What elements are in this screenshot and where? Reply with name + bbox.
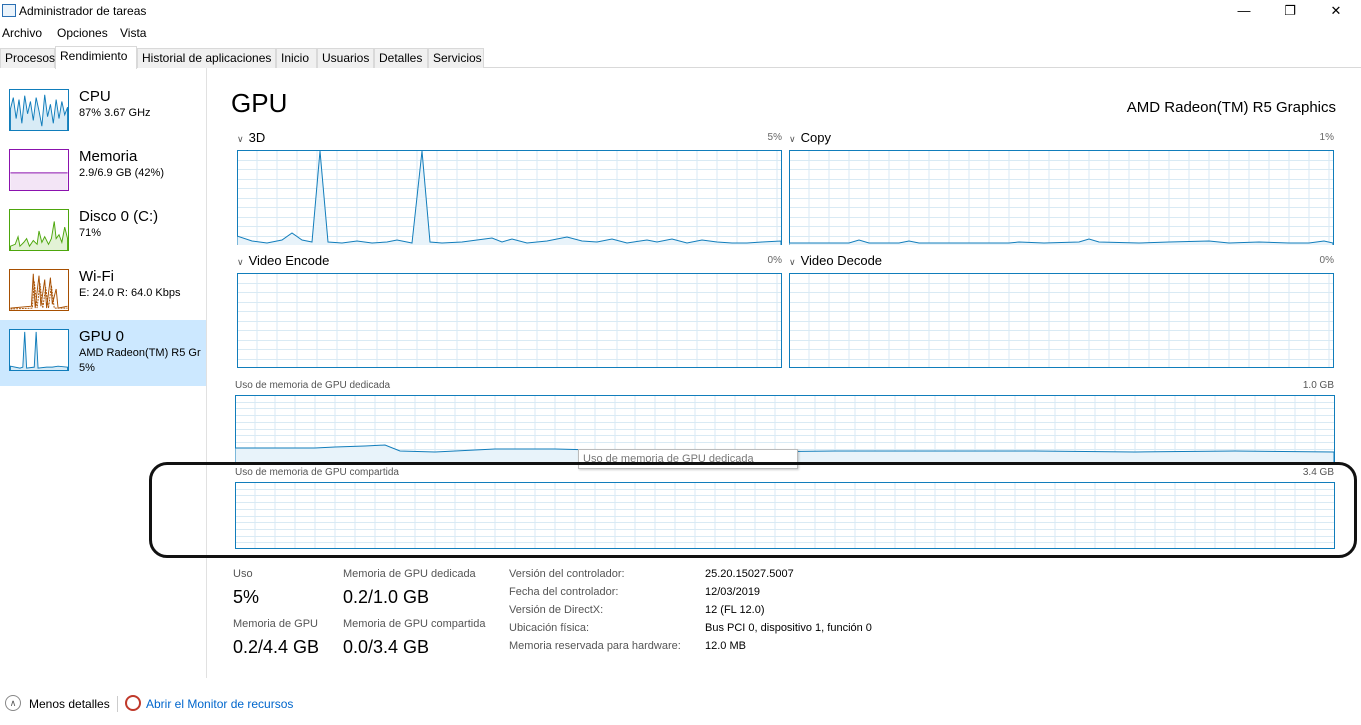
graph-encode-pct: 0% [767,255,782,266]
graph-copy-title: Copy [800,130,831,145]
chevron-down-icon: ∨ [237,134,244,144]
sidebar-item-disco[interactable]: Disco 0 (C:) 71% [0,200,206,266]
footer: ∧ Menos detalles Abrir el Monitor de rec… [0,690,1361,720]
graph-decode-title: Video Decode [800,253,883,268]
graph-copy-pct: 1% [1319,132,1334,143]
usage-value: 5% [233,587,260,607]
gpu-memory-stat-value: 0.2/4.4 GB [233,637,320,657]
resource-monitor-link[interactable]: Abrir el Monitor de recursos [146,697,293,711]
dedicated-memory-stat-value: 0.2/1.0 GB [343,587,430,607]
sidebar-item-gpu[interactable]: GPU 0 AMD Radeon(TM) R5 Gr 5% [0,320,206,386]
sidebar-item-sub: 71% [79,227,102,239]
sidebar-item-title: Memoria [79,148,138,165]
tab-bar: Procesos Rendimiento Historial de aplica… [0,46,1361,69]
graph-copy-label[interactable]: ∨ Copy [789,130,831,145]
chevron-down-icon: ∨ [789,134,796,144]
usage-label: Uso [233,568,253,580]
gpu-name: AMD Radeon(TM) R5 Graphics [1126,99,1336,116]
gpu-memory-stat-label: Memoria de GPU [233,618,318,630]
page-title: GPU [231,88,288,118]
dedicated-memory-label: Uso de memoria de GPU dedicada [235,380,391,391]
chevron-down-icon: ∨ [237,257,244,267]
sidebar-item-sub: 2.9/6.9 GB (42%) [79,167,164,179]
restore-icon[interactable]: ❐ [1267,0,1313,23]
graph-decode [789,273,1334,368]
graph-decode-label[interactable]: ∨ Video Decode [789,253,882,268]
graph-3d-title: 3D [248,130,266,145]
info-key-directx: Versión de DirectX: [509,604,604,616]
tab-rendimiento[interactable]: Rendimiento [55,46,137,69]
tab-usuarios[interactable]: Usuarios [317,48,374,68]
sidebar: CPU 87% 3.67 GHz Memoria 2.9/6.9 GB (42%… [0,68,207,678]
info-key-location: Ubicación física: [509,622,590,634]
info-value-driver-date: 12/03/2019 [705,586,761,598]
dedicated-memory-max: 1.0 GB [1302,380,1334,391]
menu-opciones[interactable]: Opciones [57,26,108,40]
shared-memory-stat-value: 0.0/3.4 GB [343,637,430,657]
sidebar-item-title: Wi-Fi [79,268,114,285]
sidebar-item-title: Disco 0 (C:) [79,208,159,225]
sidebar-item-wifi[interactable]: Wi-Fi E: 24.0 R: 64.0 Kbps [0,260,206,326]
graph-copy [789,150,1334,245]
graph-3d [237,150,782,245]
sidebar-item-cpu[interactable]: CPU 87% 3.67 GHz [0,80,206,146]
chevron-down-icon: ∨ [789,257,796,267]
sidebar-item-title: CPU [79,88,111,105]
annotation-highlight [149,462,1357,558]
sidebar-item-sub: 87% 3.67 GHz [79,107,151,119]
graph-decode-pct: 0% [1319,255,1334,266]
menu-vista[interactable]: Vista [120,26,146,40]
tab-historial[interactable]: Historial de aplicaciones [137,48,276,68]
info-value-driver-version: 25.20.15027.5007 [705,568,794,580]
minimize-icon[interactable]: — [1221,0,1267,23]
info-key-driver-date: Fecha del controlador: [509,586,619,598]
chevron-up-circle-icon[interactable]: ∧ [5,695,21,711]
close-icon[interactable]: ✕ [1313,0,1359,23]
window-title: Administrador de tareas [19,4,147,18]
wifi-thumbnail [9,269,69,311]
cpu-thumbnail [9,89,69,131]
sidebar-item-sub: AMD Radeon(TM) R5 Gr [79,347,201,359]
info-key-driver-version: Versión del controlador: [509,568,625,580]
graph-encode [237,273,782,368]
sidebar-item-sub2: 5% [79,362,95,374]
tab-detalles[interactable]: Detalles [374,48,428,68]
gpu-thumbnail [9,329,69,371]
menu-archivo[interactable]: Archivo [2,26,42,40]
title-bar: Administrador de tareas — ❐ ✕ [0,0,1361,23]
graph-encode-label[interactable]: ∨ Video Encode [237,253,329,268]
sidebar-item-memoria[interactable]: Memoria 2.9/6.9 GB (42%) [0,140,206,206]
memory-thumbnail [9,149,69,191]
dedicated-memory-stat-label: Memoria de GPU dedicada [343,568,476,580]
disk-thumbnail [9,209,69,251]
tab-servicios[interactable]: Servicios [428,48,484,68]
resource-monitor-icon[interactable] [125,695,141,711]
sidebar-item-sub: E: 24.0 R: 64.0 Kbps [79,287,181,299]
graph-3d-pct: 5% [767,132,782,143]
graph-3d-label[interactable]: ∨ 3D [237,130,265,145]
info-value-directx: 12 (FL 12.0) [705,604,765,616]
menu-bar: Archivo Opciones Vista [0,23,1361,43]
info-value-location: Bus PCI 0, dispositivo 1, función 0 [705,622,872,634]
shared-memory-stat-label: Memoria de GPU compartida [343,618,486,630]
info-value-reserved: 12.0 MB [705,640,746,652]
tab-inicio[interactable]: Inicio [276,48,317,68]
less-details-button[interactable]: Menos detalles [29,697,110,711]
task-manager-icon [2,4,16,17]
tab-procesos[interactable]: Procesos [0,48,55,68]
footer-divider [117,696,118,712]
graph-encode-title: Video Encode [248,253,330,268]
sidebar-item-title: GPU 0 [79,328,125,345]
info-key-reserved: Memoria reservada para hardware: [509,640,681,652]
